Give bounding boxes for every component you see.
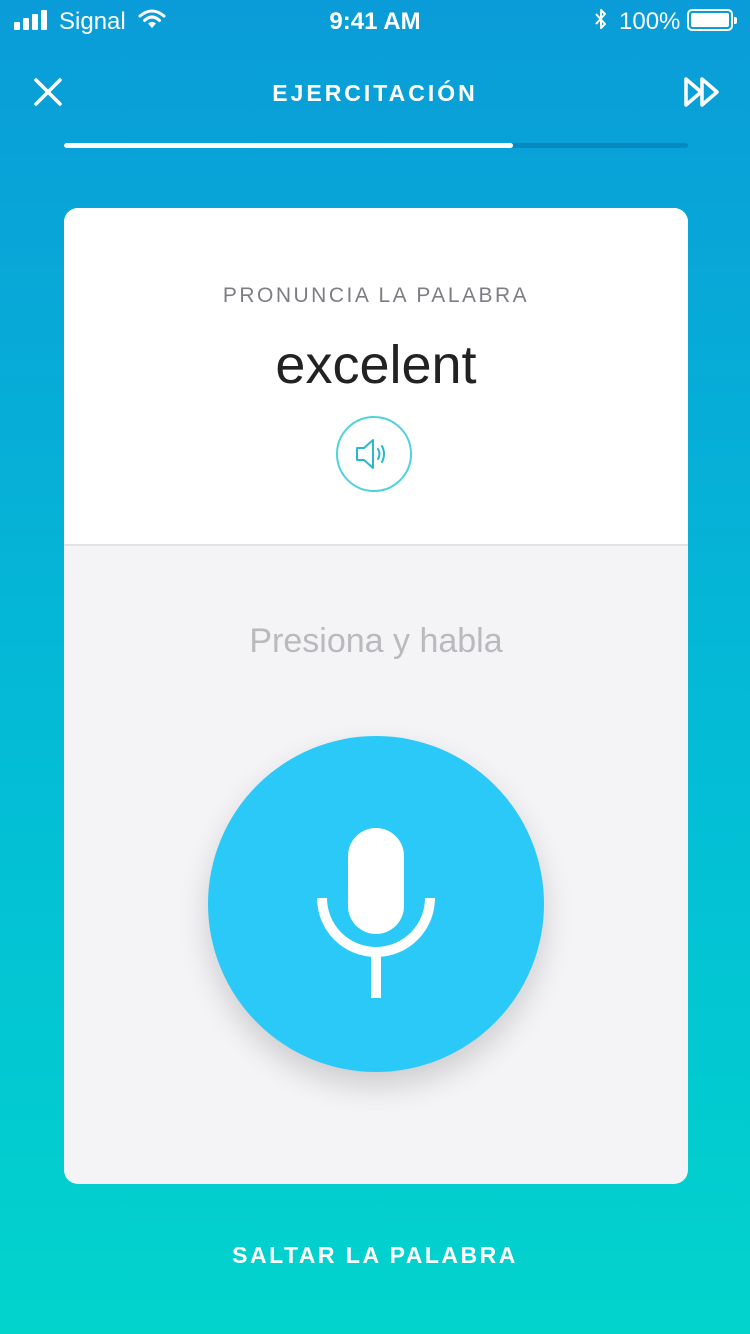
battery-percent: 100% <box>619 8 681 35</box>
bluetooth-icon <box>592 8 610 37</box>
battery-icon <box>687 9 737 31</box>
progress-track <box>64 143 688 148</box>
record-button[interactable] <box>208 736 544 1072</box>
speaker-icon <box>356 439 385 469</box>
page-title: EJERCITACIÓN <box>272 80 478 106</box>
progress-bar <box>64 143 514 148</box>
target-word: excelent <box>275 335 477 395</box>
hint-text: Presiona y habla <box>249 622 503 660</box>
skip-word-button[interactable]: SALTAR LA PALABRA <box>0 1242 750 1269</box>
skip-exercise-button[interactable] <box>682 74 724 110</box>
word-panel: PRONUNCIA LA PALABRA excelent <box>64 208 688 546</box>
exercise-card: PRONUNCIA LA PALABRA excelent Presiona y… <box>64 208 688 1184</box>
status-bar: Signal 9:41 AM 100% <box>0 0 750 40</box>
fast-forward-icon <box>684 77 719 107</box>
prompt-label: PRONUNCIA LA PALABRA <box>222 284 530 307</box>
microphone-icon <box>317 828 435 998</box>
play-audio-button[interactable] <box>336 416 412 492</box>
